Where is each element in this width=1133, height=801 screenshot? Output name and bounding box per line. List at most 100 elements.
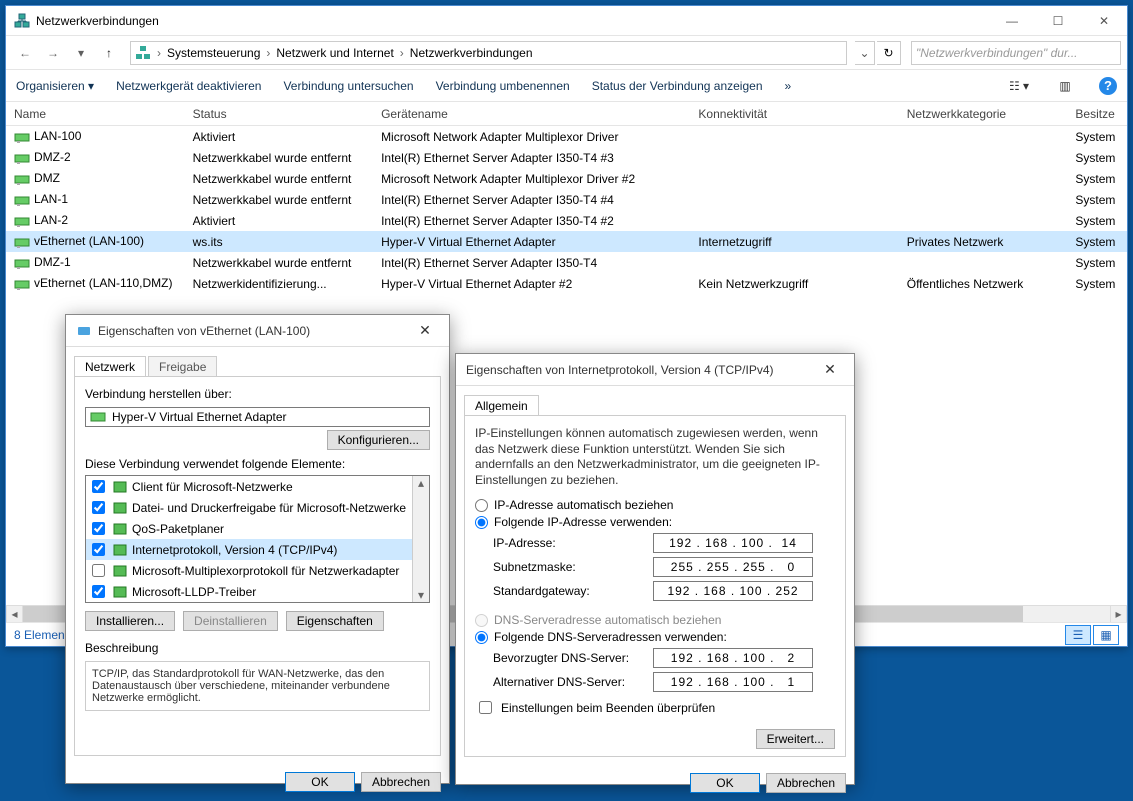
details-view-button[interactable]: ☰ xyxy=(1065,625,1091,645)
network-icon xyxy=(14,13,30,29)
chevron-right-icon[interactable]: › xyxy=(155,46,163,60)
dns1-input[interactable] xyxy=(653,648,813,668)
rename-button[interactable]: Verbindung umbenennen xyxy=(436,79,570,93)
connection-row[interactable]: DMZNetzwerkkabel wurde entferntMicrosoft… xyxy=(6,168,1127,189)
connection-row[interactable]: LAN-100AktiviertMicrosoft Network Adapte… xyxy=(6,126,1127,147)
configure-button[interactable]: Konfigurieren... xyxy=(327,430,430,450)
adapter-icon xyxy=(76,323,92,339)
minimize-button[interactable]: — xyxy=(989,6,1035,36)
row-owner: System xyxy=(1067,214,1127,228)
up-button[interactable]: ↑ xyxy=(96,40,122,66)
connection-row[interactable]: DMZ-2Netzwerkkabel wurde entferntIntel(R… xyxy=(6,147,1127,168)
maximize-button[interactable]: ☐ xyxy=(1035,6,1081,36)
cancel-button[interactable]: Abbrechen xyxy=(766,773,846,793)
more-commands[interactable]: » xyxy=(785,79,792,93)
column-kat[interactable]: Netzwerkkategorie xyxy=(899,107,1068,121)
dns-manual-radio[interactable]: Folgende DNS-Serveradressen verwenden: xyxy=(475,630,835,644)
row-name: vEthernet (LAN-110,DMZ) xyxy=(6,276,185,292)
column-headers: Name Status Gerätename Konnektivität Net… xyxy=(6,102,1127,126)
protocol-checkbox[interactable] xyxy=(92,480,105,493)
preview-pane-button[interactable]: ▥ xyxy=(1053,74,1077,98)
mask-input[interactable] xyxy=(653,557,813,577)
protocol-list[interactable]: ▴▾ Client für Microsoft-NetzwerkeDatei- … xyxy=(85,475,430,603)
protocol-item[interactable]: Internetprotokoll, Version 4 (TCP/IPv4) xyxy=(86,539,429,560)
chevron-right-icon[interactable]: › xyxy=(264,46,272,60)
connection-row[interactable]: vEthernet (LAN-100)ws.itsHyper-V Virtual… xyxy=(6,231,1127,252)
protocol-item[interactable]: Client für Microsoft-Netzwerke xyxy=(86,476,429,497)
scroll-left-icon[interactable]: ◂ xyxy=(6,606,23,622)
protocol-item[interactable]: QoS-Paketplaner xyxy=(86,518,429,539)
mask-label: Subnetzmaske: xyxy=(493,560,653,574)
protocol-checkbox[interactable] xyxy=(92,501,105,514)
tiles-view-button[interactable]: ▦ xyxy=(1093,625,1119,645)
dns2-input[interactable] xyxy=(653,672,813,692)
ip-auto-radio[interactable]: IP-Adresse automatisch beziehen xyxy=(475,498,835,512)
protocol-item[interactable]: Microsoft-Multiplexorprotokoll für Netzw… xyxy=(86,560,429,581)
protocol-item[interactable]: Microsoft-LLDP-Treiber xyxy=(86,581,429,602)
column-device[interactable]: Gerätename xyxy=(373,107,690,121)
protocol-checkbox[interactable] xyxy=(92,522,105,535)
chevron-right-icon[interactable]: › xyxy=(398,46,406,60)
ok-button[interactable]: OK xyxy=(285,772,355,792)
breadcrumb[interactable]: Systemsteuerung xyxy=(167,46,260,60)
row-device: Microsoft Network Adapter Multiplexor Dr… xyxy=(373,130,690,144)
row-name: LAN-2 xyxy=(6,213,185,229)
ip-input[interactable] xyxy=(653,533,813,553)
cancel-button[interactable]: Abbrechen xyxy=(361,772,441,792)
row-device: Intel(R) Ethernet Server Adapter I350-T4… xyxy=(373,214,690,228)
protocol-checkbox[interactable] xyxy=(92,543,105,556)
close-button[interactable]: ✕ xyxy=(1081,6,1127,36)
column-status[interactable]: Status xyxy=(185,107,373,121)
protocol-item[interactable]: Internetprotokoll, Version 6 (TCP/IPv6) xyxy=(86,602,429,603)
ok-button[interactable]: OK xyxy=(690,773,760,793)
search-input[interactable]: "Netzwerkverbindungen" dur... xyxy=(911,41,1121,65)
advanced-button[interactable]: Erweitert... xyxy=(756,729,835,749)
row-name: DMZ-2 xyxy=(6,150,185,166)
breadcrumb[interactable]: Netzwerkverbindungen xyxy=(410,46,533,60)
protocol-icon xyxy=(112,500,128,516)
row-device: Intel(R) Ethernet Server Adapter I350-T4… xyxy=(373,151,690,165)
connection-row[interactable]: LAN-1Netzwerkkabel wurde entferntIntel(R… xyxy=(6,189,1127,210)
validate-checkbox[interactable]: Einstellungen beim Beenden überprüfen xyxy=(475,698,835,717)
dialog-title: Eigenschaften von Internetprotokoll, Ver… xyxy=(466,363,774,377)
recent-dropdown[interactable]: ▾ xyxy=(68,40,94,66)
scroll-right-icon[interactable]: ▸ xyxy=(1110,606,1127,622)
diagnose-button[interactable]: Verbindung untersuchen xyxy=(283,79,413,93)
protocol-label: QoS-Paketplaner xyxy=(132,522,224,536)
list-scrollbar[interactable]: ▴▾ xyxy=(412,476,429,602)
adapter-properties-dialog: Eigenschaften von vEthernet (LAN-100) ✕ … xyxy=(65,314,450,784)
tab-sharing[interactable]: Freigabe xyxy=(148,356,217,377)
connection-row[interactable]: LAN-2AktiviertIntel(R) Ethernet Server A… xyxy=(6,210,1127,231)
close-button[interactable]: ✕ xyxy=(411,322,439,339)
protocol-checkbox[interactable] xyxy=(92,564,105,577)
column-konn[interactable]: Konnektivität xyxy=(690,107,898,121)
connection-list: LAN-100AktiviertMicrosoft Network Adapte… xyxy=(6,126,1127,294)
connection-row[interactable]: DMZ-1Netzwerkkabel wurde entferntIntel(R… xyxy=(6,252,1127,273)
row-name: DMZ xyxy=(6,171,185,187)
install-button[interactable]: Installieren... xyxy=(85,611,175,631)
help-button[interactable]: ? xyxy=(1099,77,1117,95)
back-button[interactable]: ← xyxy=(12,40,38,66)
status-button[interactable]: Status der Verbindung anzeigen xyxy=(592,79,763,93)
disable-device-button[interactable]: Netzwerkgerät deaktivieren xyxy=(116,79,261,93)
properties-button[interactable]: Eigenschaften xyxy=(286,611,384,631)
gateway-input[interactable] xyxy=(653,581,813,601)
address-dropdown[interactable]: ⌄ xyxy=(855,41,875,65)
close-button[interactable]: ✕ xyxy=(816,361,844,378)
tab-general[interactable]: Allgemein xyxy=(464,395,539,416)
row-owner: System xyxy=(1067,193,1127,207)
refresh-button[interactable]: ↻ xyxy=(877,41,901,65)
tab-network[interactable]: Netzwerk xyxy=(74,356,146,377)
organize-menu[interactable]: Organisieren ▾ xyxy=(16,79,94,93)
breadcrumb[interactable]: Netzwerk und Internet xyxy=(276,46,393,60)
ip-manual-radio[interactable]: Folgende IP-Adresse verwenden: xyxy=(475,515,835,529)
protocol-icon xyxy=(112,584,128,600)
protocol-checkbox[interactable] xyxy=(92,585,105,598)
protocol-item[interactable]: Datei- und Druckerfreigabe für Microsoft… xyxy=(86,497,429,518)
column-owner[interactable]: Besitze xyxy=(1067,107,1127,121)
address-bar[interactable]: › Systemsteuerung › Netzwerk und Interne… xyxy=(130,41,847,65)
view-options-button[interactable]: ☷ ▾ xyxy=(1007,74,1031,98)
column-name[interactable]: Name xyxy=(6,107,185,121)
connection-row[interactable]: vEthernet (LAN-110,DMZ)Netzwerkidentifiz… xyxy=(6,273,1127,294)
tab-content: Verbindung herstellen über: Hyper-V Virt… xyxy=(74,376,441,756)
